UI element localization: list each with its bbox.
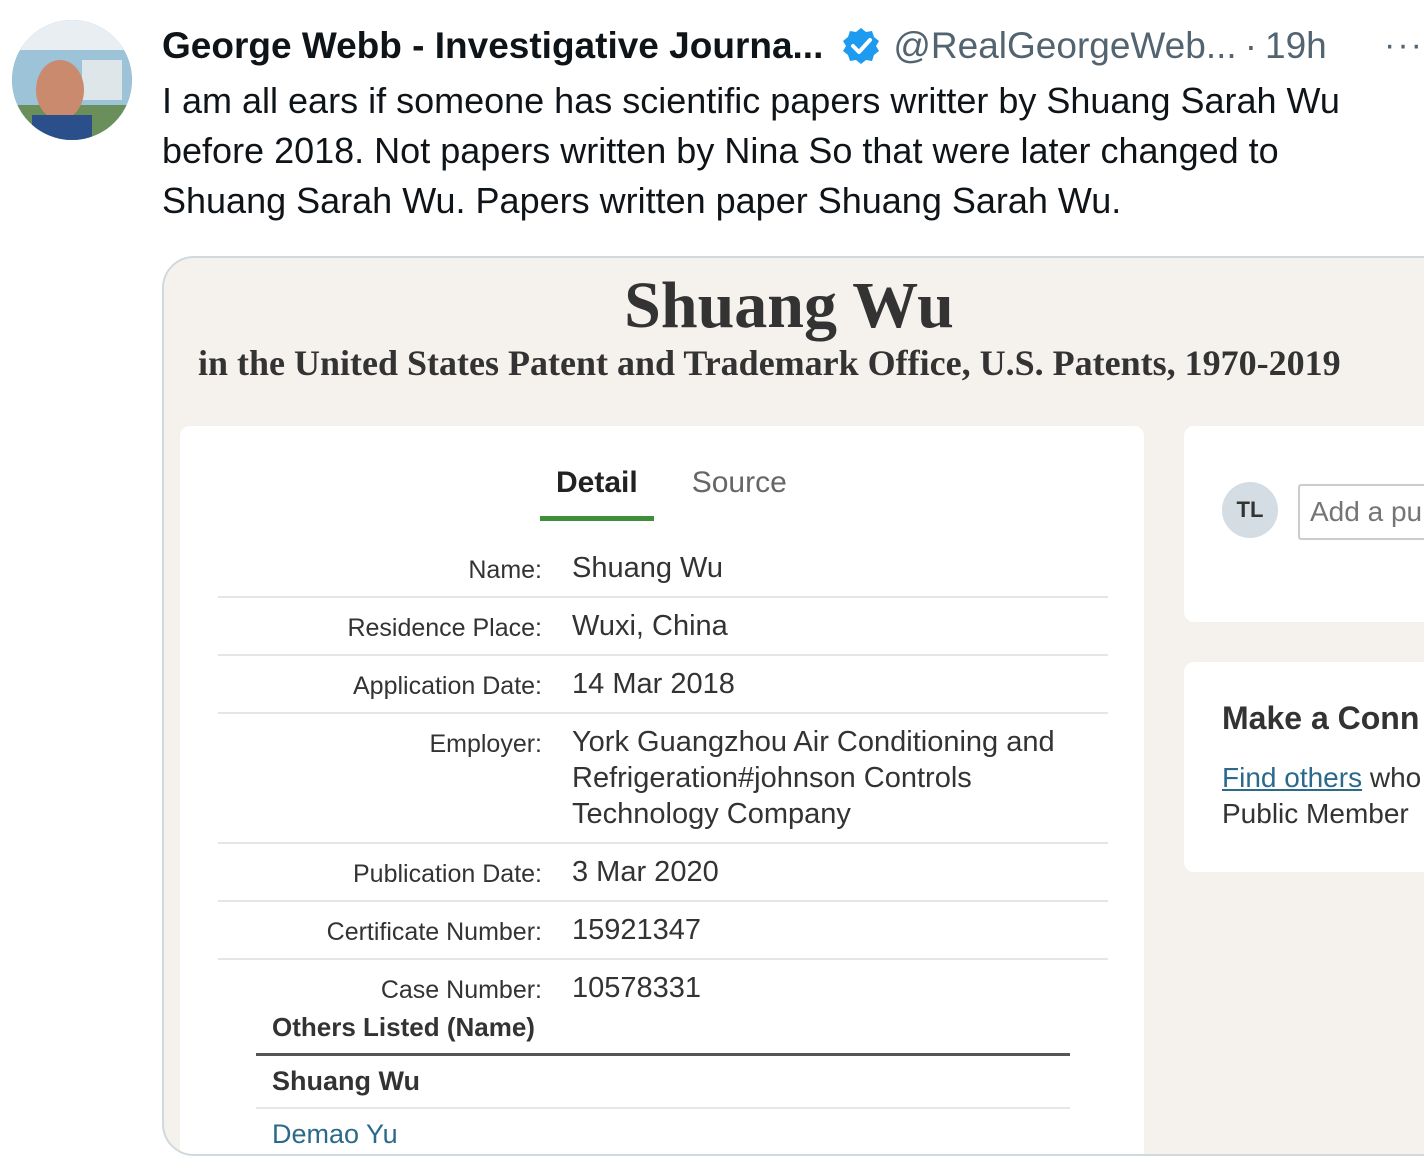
tweet-text-line: I am all ears if someone has scientific … [162, 80, 1340, 121]
detail-row: Application Date: 14 Mar 2018 [218, 656, 1108, 714]
more-options-icon[interactable]: ··· [1384, 26, 1424, 65]
author-avatar[interactable] [12, 20, 132, 140]
record-title: Shuang Wu [624, 269, 954, 342]
detail-label: Certificate Number: [326, 918, 542, 946]
tweet-text-line: Shuang Sarah Wu. Papers written paper Sh… [162, 180, 1122, 221]
tweet-header: George Webb - Investigative Journa... @R… [162, 22, 1327, 70]
separator: · [1244, 25, 1258, 66]
others-listed-link[interactable]: Demao Yu [256, 1109, 1070, 1154]
detail-row: Employer: York Guangzhou Air Conditionin… [218, 714, 1108, 844]
detail-label: Employer: [429, 730, 542, 758]
tweet-timestamp[interactable]: 19h [1265, 25, 1327, 67]
tweet-media-image[interactable]: Shuang Wu in the United States Patent an… [162, 256, 1424, 1156]
detail-value: 15921347 [572, 914, 702, 946]
detail-row: Certificate Number: 15921347 [218, 902, 1108, 960]
detail-value: 10578331 [572, 972, 702, 1004]
detail-label: Publication Date: [352, 860, 542, 888]
tweet-text-line: before 2018. Not papers written by Nina … [162, 130, 1279, 171]
detail-row: Publication Date: 3 Mar 2020 [218, 844, 1108, 902]
detail-value: 3 Mar 2020 [572, 856, 719, 888]
tab-source[interactable]: Source [676, 466, 803, 521]
add-comment-input[interactable] [1298, 484, 1424, 540]
comment-card: TL [1184, 426, 1424, 622]
make-connection-card: Make a Conn Find others who Public Membe… [1184, 662, 1424, 872]
others-listed-header: Others Listed (Name) [256, 1006, 1070, 1056]
detail-label: Residence Place: [347, 614, 542, 642]
author-handle[interactable]: @RealGeorgeWeb... [893, 25, 1236, 67]
connect-text-rest: who [1362, 762, 1422, 793]
detail-label: Application Date: [352, 672, 542, 700]
detail-table: Name: Shuang Wu Residence Place: Wuxi, C… [218, 540, 1108, 1016]
connect-text-line2: Public Member [1222, 798, 1409, 829]
record-tabs: Detail Source [540, 466, 825, 521]
record-subtitle: in the United States Patent and Trademar… [198, 343, 1341, 383]
detail-row: Name: Shuang Wu [218, 540, 1108, 598]
detail-row: Residence Place: Wuxi, China [218, 598, 1108, 656]
make-connection-text: Find others who Public Member [1222, 760, 1421, 832]
others-listed-table: Others Listed (Name) Shuang Wu Demao Yu [256, 1006, 1070, 1154]
make-connection-title: Make a Conn [1222, 700, 1420, 736]
detail-value: York Guangzhou Air Conditioning and Refr… [572, 726, 1055, 830]
detail-value: Wuxi, China [572, 610, 728, 642]
author-display-name[interactable]: George Webb - Investigative Journa... [162, 25, 823, 67]
verified-badge-icon [841, 26, 881, 66]
detail-value: Shuang Wu [572, 552, 724, 584]
tweet-text: I am all ears if someone has scientific … [162, 76, 1422, 226]
find-others-link[interactable]: Find others [1222, 762, 1362, 793]
detail-label: Case Number: [380, 976, 542, 1004]
detail-value: 14 Mar 2018 [572, 668, 735, 700]
record-detail-card: Detail Source Name: Shuang Wu Residence … [180, 426, 1144, 1154]
user-initials-avatar: TL [1222, 482, 1278, 538]
detail-label: Name: [468, 556, 542, 584]
tab-detail[interactable]: Detail [540, 466, 654, 521]
others-listed-item: Shuang Wu [256, 1056, 1070, 1109]
